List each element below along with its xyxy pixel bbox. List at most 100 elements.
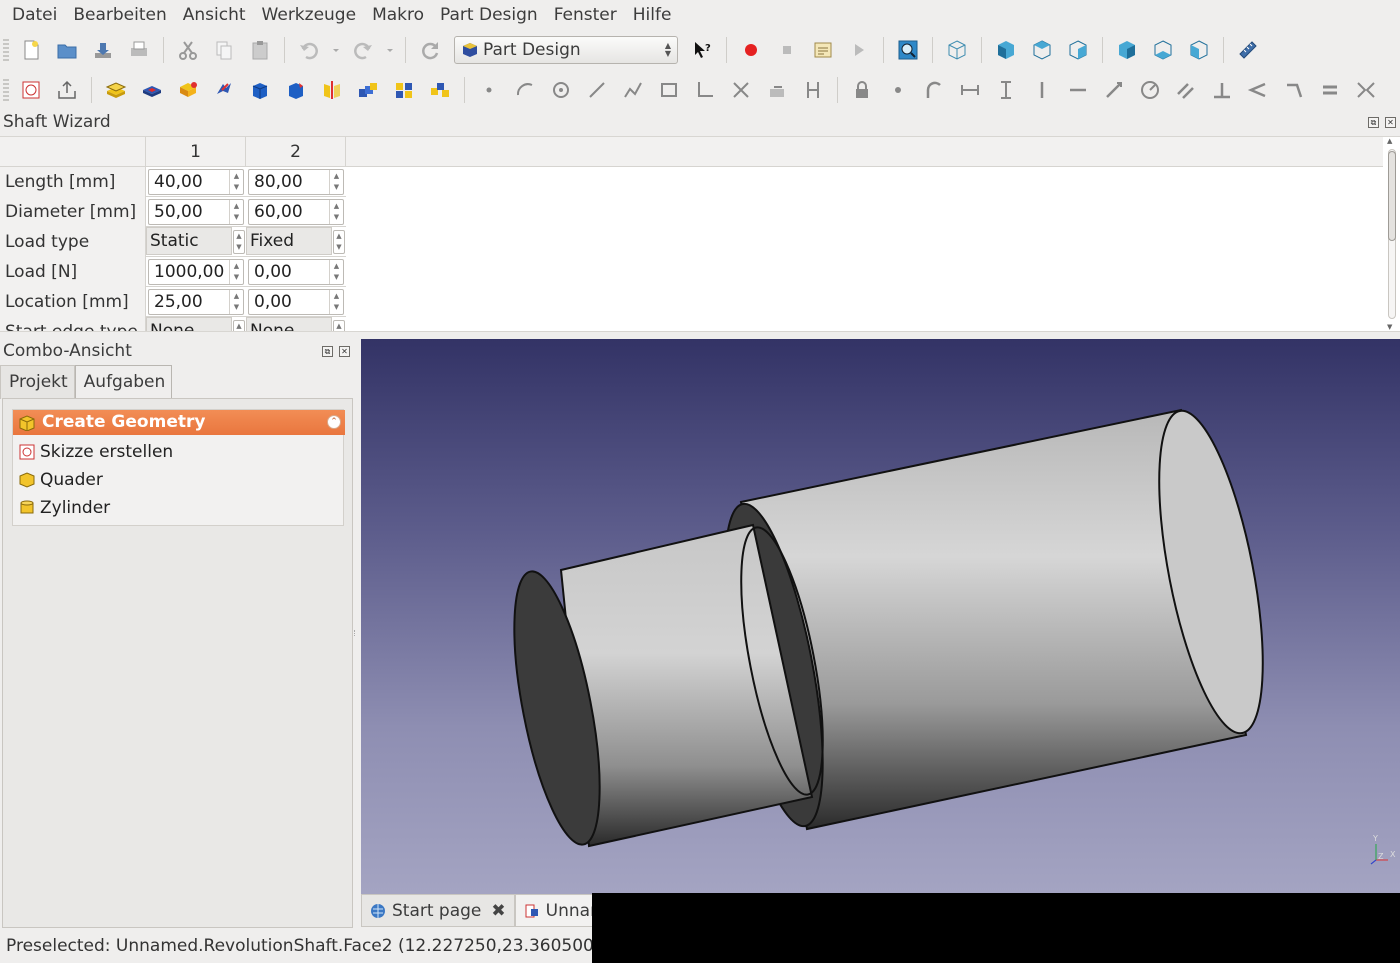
record-macro-icon[interactable] [735,34,767,66]
vertical-scrollbar[interactable]: ▲ ▼ [1386,137,1397,331]
spin-arrows-icon[interactable]: ▲ ▼ [229,170,243,194]
sketch-external-icon[interactable] [761,74,793,106]
tab-projekt[interactable]: Projekt [0,365,75,399]
task-item-box[interactable]: Quader [19,466,103,494]
constrain-horizontal-distance-icon[interactable] [954,74,986,106]
paste-icon[interactable] [244,34,276,66]
task-item-sketch[interactable]: Skizze erstellen [19,438,173,466]
scroll-thumb[interactable] [1388,151,1396,241]
sketch-construction-icon[interactable] [797,74,829,106]
save-icon[interactable] [87,34,119,66]
menu-makro[interactable]: Makro [364,0,432,30]
location-spinbox[interactable]: 25,00 ▲ ▼ [148,289,244,315]
sketch-circle-icon[interactable] [545,74,577,106]
redo-icon[interactable] [347,34,379,66]
constrain-coincident-icon[interactable] [882,74,914,106]
constrain-distance-icon[interactable] [1098,74,1130,106]
menu-datei[interactable]: Datei [4,0,65,30]
sketch-polyline-icon[interactable] [617,74,649,106]
scroll-up-icon[interactable]: ▲ [1387,137,1392,145]
start-edge-combo[interactable]: None ▲▼ [146,317,245,331]
spin-arrows-icon[interactable]: ▲ ▼ [329,290,343,314]
constrain-horizontal-icon[interactable] [1062,74,1094,106]
spin-arrows-icon[interactable]: ▲ ▼ [329,260,343,284]
location-spinbox[interactable]: 0,00 ▲ ▼ [248,289,344,315]
open-folder-icon[interactable] [51,34,83,66]
create-sketch-icon[interactable] [15,74,47,106]
view-left-icon[interactable] [1183,34,1215,66]
toolbar-grip[interactable] [3,39,9,61]
groove-icon[interactable] [208,74,240,106]
workbench-selector[interactable]: Part Design ▲ ▼ [454,36,678,64]
3d-viewport[interactable]: Y Z X [361,339,1400,894]
run-macro-icon[interactable] [843,34,875,66]
constrain-parallel-icon[interactable] [1170,74,1202,106]
multi-transform-icon[interactable] [424,74,456,106]
menu-bearbeiten[interactable]: Bearbeiten [65,0,174,30]
splitter-handle[interactable] [354,630,358,636]
revolution-shaft-model[interactable] [361,339,1400,894]
spin-arrows-icon[interactable]: ▲ ▼ [329,170,343,194]
constrain-perpendicular-icon[interactable] [1206,74,1238,106]
combo-arrows-icon[interactable]: ▲▼ [333,320,345,331]
constrain-symmetric-icon[interactable] [1350,74,1382,106]
constrain-tangent-icon[interactable] [918,74,950,106]
redo-dropdown-icon[interactable] [383,34,397,66]
task-item-cylinder[interactable]: Zylinder [19,494,110,522]
spin-arrows-icon[interactable]: ▲ ▼ [329,200,343,224]
mirrored-icon[interactable] [316,74,348,106]
polar-pattern-icon[interactable] [388,74,420,106]
view-top-icon[interactable] [1026,34,1058,66]
load-spinbox[interactable]: 0,00 ▲ ▼ [248,259,344,285]
undo-dropdown-icon[interactable] [329,34,343,66]
load-type-combo[interactable]: Fixed ▲ ▼ [246,227,345,255]
whats-this-icon[interactable]: ? [686,34,718,66]
linear-pattern-icon[interactable] [352,74,384,106]
pad-icon[interactable] [100,74,132,106]
refresh-icon[interactable] [414,34,446,66]
copy-icon[interactable] [208,34,240,66]
constrain-vertical-icon[interactable] [1026,74,1058,106]
spin-arrows-icon[interactable]: ▲ ▼ [229,260,243,284]
menu-part-design[interactable]: Part Design [432,0,546,30]
menu-ansicht[interactable]: Ansicht [175,0,254,30]
pocket-icon[interactable] [136,74,168,106]
constrain-lock-icon[interactable] [846,74,878,106]
load-type-combo[interactable]: Static ▲ ▼ [146,227,245,255]
column-header[interactable]: 2 [246,137,346,167]
sketch-trim-icon[interactable] [725,74,757,106]
tab-aufgaben[interactable]: Aufgaben [74,365,173,399]
undo-icon[interactable] [293,34,325,66]
task-box-header[interactable]: Create Geometry ⌃ [13,410,345,435]
constrain-vertical-distance-icon[interactable] [990,74,1022,106]
sketch-line-icon[interactable] [581,74,613,106]
collapse-icon[interactable]: ⌃ [327,415,341,429]
constrain-angle-icon[interactable] [1242,74,1274,106]
measure-icon[interactable] [1232,34,1264,66]
float-icon[interactable]: ⧉ [1368,117,1379,128]
scroll-down-icon[interactable]: ▼ [1387,323,1392,331]
load-spinbox[interactable]: 1000,00 ▲ ▼ [148,259,244,285]
diameter-spinbox[interactable]: 60,00 ▲ ▼ [248,199,344,225]
toolbar-grip[interactable] [3,79,9,101]
close-icon[interactable]: ✕ [339,346,350,357]
revolution-icon[interactable] [172,74,204,106]
view-rear-icon[interactable] [1111,34,1143,66]
menu-hilfe[interactable]: Hilfe [625,0,680,30]
constrain-point-on-object-icon[interactable] [1278,74,1310,106]
combo-arrows-icon[interactable]: ▲▼ [233,230,245,254]
stop-macro-icon[interactable] [771,34,803,66]
print-icon[interactable] [123,34,155,66]
sketch-arc-icon[interactable] [509,74,541,106]
cut-icon[interactable] [172,34,204,66]
tab-start-page[interactable]: Start page ✖ [361,894,515,927]
float-icon[interactable]: ⧉ [322,346,333,357]
view-front-icon[interactable] [990,34,1022,66]
combo-arrows-icon[interactable]: ▲▼ [233,320,245,331]
combo-arrows-icon[interactable]: ▲▼ [333,230,345,254]
chamfer-icon[interactable] [280,74,312,106]
leave-sketch-icon[interactable] [51,74,83,106]
constrain-equal-icon[interactable] [1314,74,1346,106]
start-edge-combo[interactable]: None ▲▼ [246,317,345,331]
constrain-radius-icon[interactable] [1134,74,1166,106]
